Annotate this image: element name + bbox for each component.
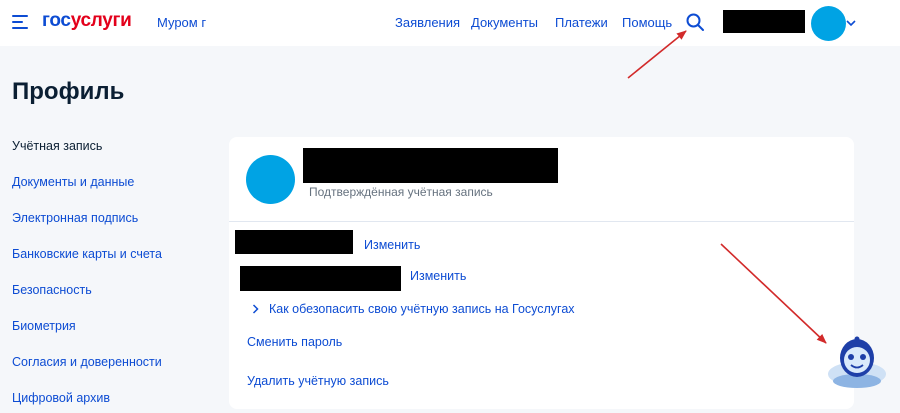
redacted-email bbox=[240, 266, 401, 291]
chevron-down-icon[interactable] bbox=[846, 19, 856, 27]
profile-avatar[interactable] bbox=[246, 155, 295, 204]
sidebar-item-e-signature[interactable]: Электронная подпись bbox=[12, 211, 138, 225]
sidebar-item-bank-cards[interactable]: Банковские карты и счета bbox=[12, 247, 162, 261]
gosuslugi-logo[interactable]: госуслуги bbox=[42, 10, 132, 32]
nav-payments[interactable]: Платежи bbox=[555, 15, 608, 30]
user-avatar[interactable] bbox=[811, 6, 846, 41]
nav-documents[interactable]: Документы bbox=[471, 15, 538, 30]
delete-account-link[interactable]: Удалить учётную запись bbox=[247, 374, 389, 388]
sidebar-item-biometrics[interactable]: Биометрия bbox=[12, 319, 76, 333]
nav-applications[interactable]: Заявления bbox=[395, 15, 460, 30]
sidebar-item-consents[interactable]: Согласия и доверенности bbox=[12, 355, 162, 369]
redacted-phone bbox=[235, 230, 353, 254]
change-phone-link[interactable]: Изменить bbox=[364, 238, 420, 252]
redacted-full-name bbox=[303, 148, 558, 183]
account-card: Подтверждённая учётная запись Изменить И… bbox=[229, 137, 854, 409]
nav-help[interactable]: Помощь bbox=[622, 15, 672, 30]
chevron-right-icon bbox=[252, 304, 259, 314]
sidebar-item-documents[interactable]: Документы и данные bbox=[12, 175, 134, 189]
account-status: Подтверждённая учётная запись bbox=[309, 185, 493, 199]
sidebar-item-security[interactable]: Безопасность bbox=[12, 283, 92, 297]
top-header: госуслуги Муром г Заявления Документы Пл… bbox=[0, 0, 900, 46]
change-email-link[interactable]: Изменить bbox=[410, 269, 466, 283]
account-security-link[interactable]: Как обезопасить свою учётную запись на Г… bbox=[269, 302, 575, 316]
search-icon[interactable] bbox=[685, 12, 705, 32]
page-title: Профиль bbox=[12, 78, 125, 105]
burger-icon[interactable] bbox=[12, 15, 28, 29]
redacted-user-name bbox=[723, 10, 805, 33]
region-selector[interactable]: Муром г bbox=[157, 15, 206, 30]
card-divider bbox=[229, 221, 854, 222]
sidebar-item-digital-archive[interactable]: Цифровой архив bbox=[12, 391, 110, 405]
change-password-link[interactable]: Сменить пароль bbox=[247, 335, 342, 349]
sidebar-item-account[interactable]: Учётная запись bbox=[12, 139, 102, 153]
robot-assistant-icon[interactable] bbox=[826, 334, 888, 390]
